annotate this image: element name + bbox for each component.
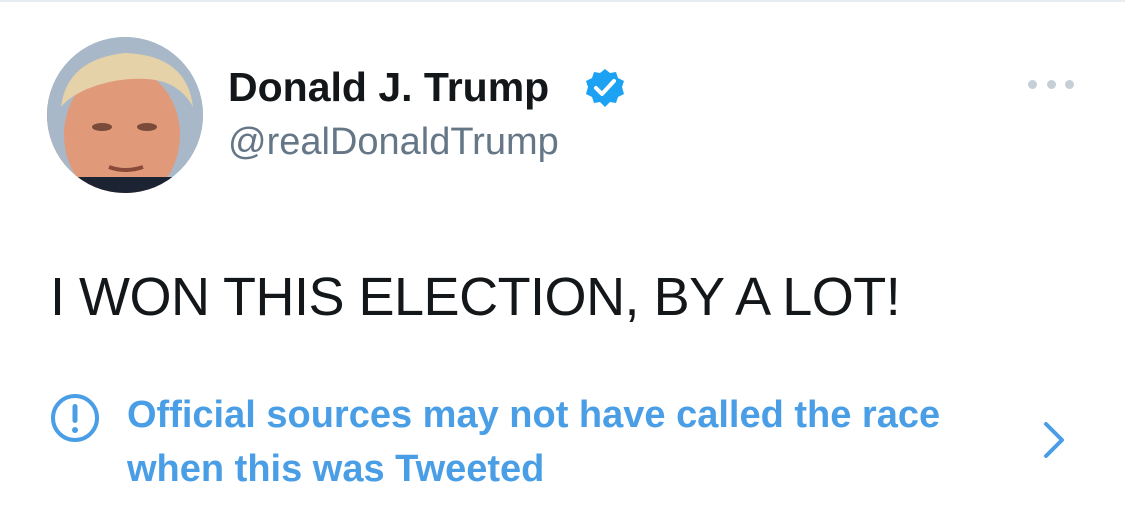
ellipsis-dot — [1028, 79, 1037, 89]
ellipsis-icon[interactable] — [1028, 72, 1074, 96]
chevron-right-icon — [1044, 422, 1064, 458]
election-notice-text: Official sources may not have called the… — [127, 394, 941, 490]
author-display-name[interactable]: Donald J. Trump — [228, 64, 549, 111]
exclamation-circle-icon — [51, 394, 99, 442]
avatar-image — [47, 37, 203, 193]
verified-badge-icon — [586, 69, 624, 107]
author-handle[interactable]: @realDonaldTrump — [228, 121, 559, 164]
ellipsis-dot — [1046, 79, 1056, 89]
avatar[interactable] — [47, 37, 203, 193]
election-notice-link[interactable]: Official sources may not have called the… — [50, 388, 1080, 498]
tweet-text: I WON THIS ELECTION, BY A LOT! — [50, 267, 901, 327]
top-divider — [0, 0, 1125, 2]
ellipsis-dot — [1065, 79, 1074, 89]
